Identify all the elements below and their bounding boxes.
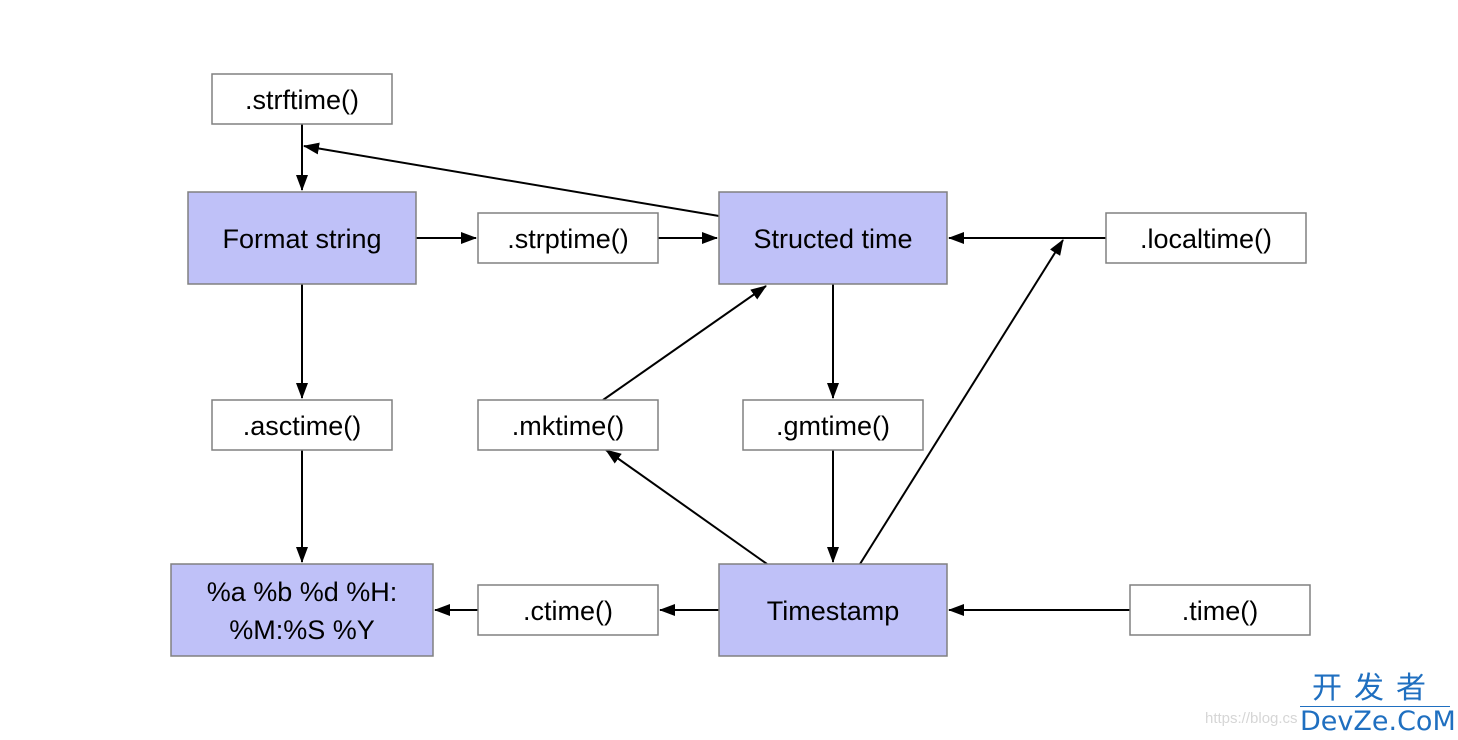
node-strptime: .strptime()	[477, 212, 659, 264]
node-ctime: .ctime()	[477, 584, 659, 636]
devze-logo: 开发者 DevZe.CoM	[1300, 672, 1456, 737]
node-localtime: .localtime()	[1105, 212, 1307, 264]
node-label: %M:%S %Y	[229, 615, 375, 645]
node-asctime: .asctime()	[211, 399, 393, 451]
node-label: Timestamp	[767, 596, 900, 626]
node-label: %a %b %d %H:	[207, 577, 398, 607]
node-timestamp: Timestamp	[718, 563, 948, 657]
node-structed-time: Structed time	[718, 191, 948, 285]
node-time: .time()	[1129, 584, 1311, 636]
node-label: .strptime()	[507, 224, 629, 254]
node-label: .ctime()	[523, 596, 613, 626]
logo-cn: 开发者	[1300, 672, 1450, 707]
node-gmtime: .gmtime()	[742, 399, 924, 451]
node-strftime: .strftime()	[211, 73, 393, 125]
node-label: Format string	[222, 224, 381, 254]
node-label: .asctime()	[243, 411, 362, 441]
time-conversion-diagram: .strftime() Format string .strptime() Struc…	[170, 73, 1311, 657]
arrow-mktime-to-structed_time	[602, 285, 767, 401]
node-label: .strftime()	[245, 85, 359, 115]
node-mktime: .mktime()	[477, 399, 659, 451]
arrow-timestamp-to-mktime	[605, 449, 768, 565]
node-label: .gmtime()	[776, 411, 890, 441]
node-fmt-output: %a %b %d %H: %M:%S %Y	[170, 563, 434, 657]
watermark-url: https://blog.cs	[1205, 710, 1298, 727]
node-label: Structed time	[753, 224, 912, 254]
node-label: .localtime()	[1140, 224, 1272, 254]
node-label: .mktime()	[512, 411, 624, 441]
node-label: .time()	[1182, 596, 1259, 626]
logo-en: DevZe.CoM	[1300, 706, 1456, 737]
node-format-string: Format string	[187, 191, 417, 285]
